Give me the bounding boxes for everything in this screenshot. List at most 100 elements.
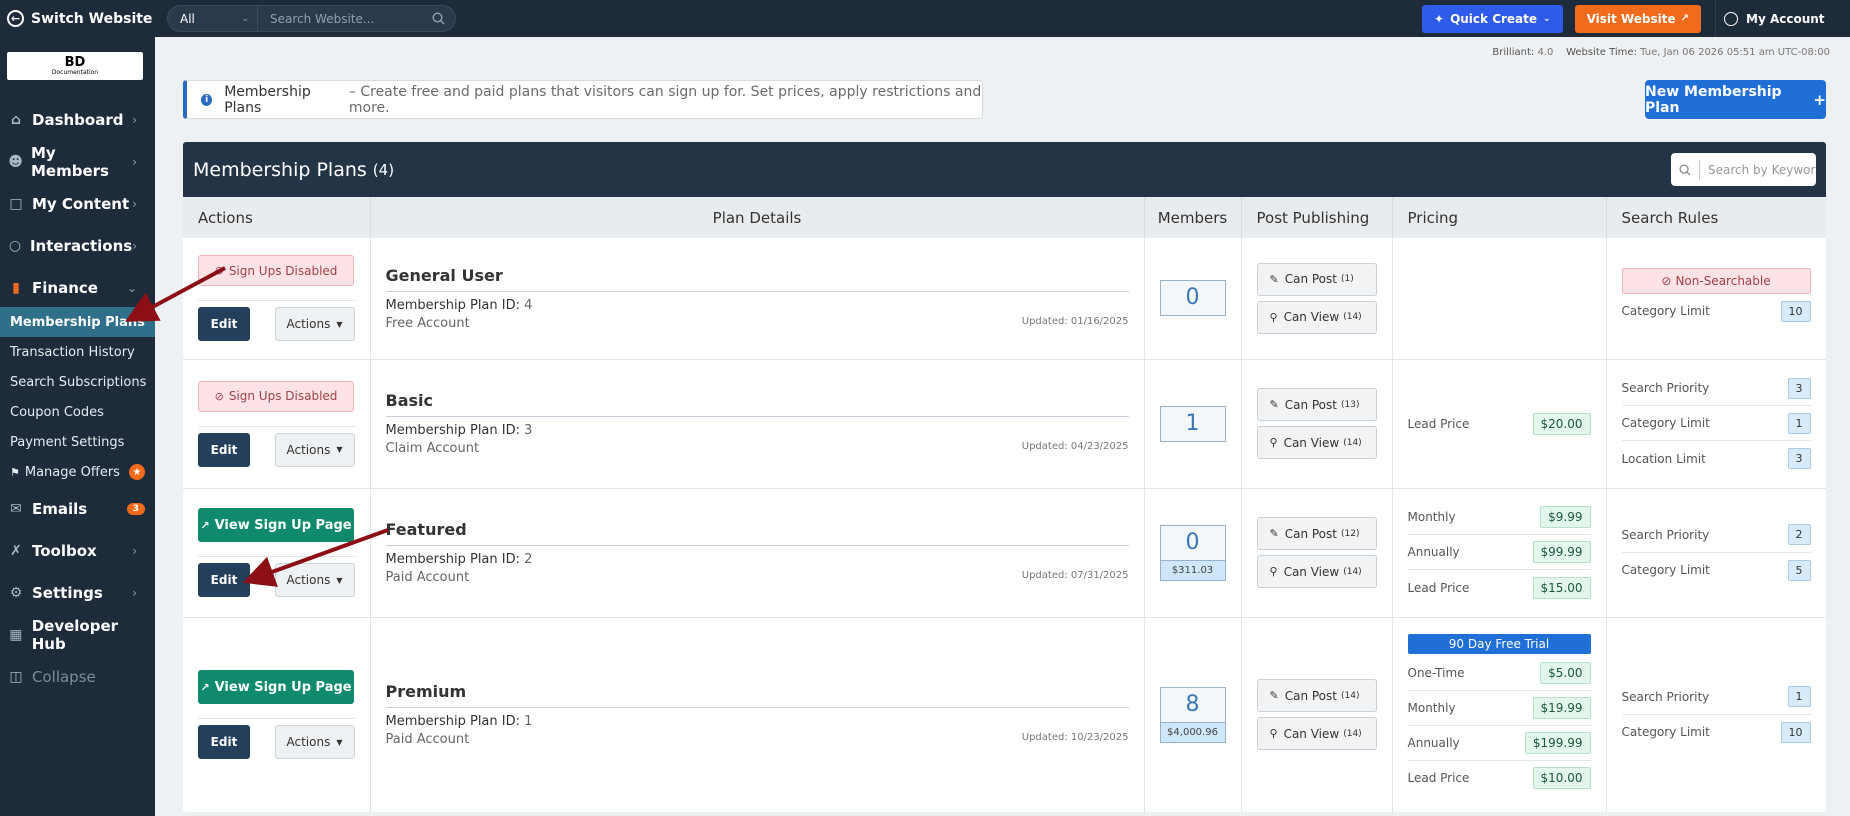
edit-button[interactable]: Edit [198,307,250,342]
search-scope-select[interactable]: All ⌄ [168,6,258,31]
sidebar-item-toolbox[interactable]: ✗ Toolbox › [0,530,155,572]
membership-plans-card: Membership Plans (4) Search by Keywor Ac… [183,142,1826,812]
column-header-pricing: Pricing [1392,197,1607,238]
can-post-button[interactable]: ✎ Can Post (1) [1256,262,1377,296]
sidebar-item-label: My Members [31,144,109,180]
website-search-input[interactable]: Search Website... [258,6,455,31]
member-count[interactable]: 0 [1159,524,1226,561]
can-post-button[interactable]: ✎ Can Post (14) [1256,679,1377,712]
member-count[interactable]: 1 [1159,405,1226,442]
users-icon: ☻ [8,154,23,170]
view-signup-page-button[interactable]: ↗ View Sign Up Page [198,670,354,704]
sidebar-collapse-button[interactable]: ◫ Collapse [0,656,155,698]
view-signup-label: View Sign Up Page [214,679,352,695]
search-icon: ⚲ [1269,436,1278,449]
alert-title: Membership Plans [224,83,311,116]
sidebar-item-my-members[interactable]: ☻ My Members › [0,141,155,183]
sidebar-item-emails[interactable]: ✉ Emails 3 [0,488,155,530]
sidebar-subitem-manage-offers[interactable]: ⚑ Manage Offers ★ [0,457,155,487]
price-row: Monthly $19.99 [1407,691,1591,726]
edit-button[interactable]: Edit [198,432,250,467]
plan-name[interactable]: Featured [385,520,1129,546]
plan-type-row: Free Account Updated: 01/16/2025 [386,316,1129,331]
sidebar-subitem-membership-plans[interactable]: Membership Plans [0,307,155,337]
sidebar-subitem-search-subscriptions[interactable]: Search Subscriptions [0,367,155,397]
actions-label: Actions [286,735,331,749]
can-view-label: Can View [1283,435,1340,450]
price-value: $10.00 [1532,767,1591,789]
rule-value: 3 [1787,448,1811,469]
can-post-button[interactable]: ✎ Can Post (13) [1256,388,1377,421]
actions-dropdown[interactable]: Actions ▼ [274,725,355,759]
edit-button[interactable]: Edit [198,725,250,759]
sidebar-item-interactions[interactable]: ○ Interactions › [0,225,155,267]
sidebar-item-settings[interactable]: ⚙ Settings › [0,572,155,614]
badge-label: Sign Ups Disabled [228,263,338,278]
site-logo[interactable]: BD Documentation [7,52,143,80]
chevron-right-icon: › [132,155,137,169]
can-post-button[interactable]: ✎ Can Post (12) [1256,517,1377,550]
sidebar-item-label: Finance [32,279,98,297]
actions-dropdown[interactable]: Actions ▼ [274,307,355,342]
can-view-label: Can View [1283,564,1340,579]
plan-name[interactable]: Premium [385,682,1129,708]
actions-dropdown[interactable]: Actions ▼ [274,563,355,597]
actions-dropdown[interactable]: Actions ▼ [274,432,355,467]
sidebar-item-developer-hub[interactable]: ▦ Developer Hub [0,614,155,656]
search-rule-row: Category Limit 5 [1622,553,1811,588]
member-count[interactable]: 0 [1159,280,1226,317]
can-view-button[interactable]: ⚲ Can View (14) [1256,426,1377,459]
tools-icon: ✗ [10,543,22,559]
ban-icon: ⊘ [214,389,224,403]
can-view-count: (14) [1343,437,1362,448]
plan-type: Free Account [385,315,470,331]
sidebar-subitem-transaction-history[interactable]: Transaction History [0,337,155,367]
new-membership-plan-button[interactable]: New Membership Plan + [1645,80,1826,119]
plan-name[interactable]: General User [385,266,1129,292]
can-view-button[interactable]: ⚲ Can View (14) [1256,300,1377,334]
can-view-button[interactable]: ⚲ Can View (14) [1256,555,1377,588]
edit-square-icon: ✎ [1269,527,1279,540]
plan-id: Membership Plan ID: 4 [386,298,1129,313]
plus-icon: + [1813,90,1826,109]
can-view-count: (14) [1343,728,1362,739]
badge-label: Sign Ups Disabled [228,389,338,403]
my-account-menu[interactable]: My Account [1715,0,1850,37]
bar-chart-icon: ▮ [12,280,20,296]
plan-type: Paid Account [385,570,470,585]
can-post-count: (13) [1340,399,1360,410]
quick-create-button[interactable]: ✦ Quick Create ⌄ [1422,4,1563,33]
can-post-label: Can Post [1284,272,1337,287]
sidebar-item-my-content[interactable]: □ My Content › [0,183,155,225]
price-value: $20.00 [1532,412,1591,435]
member-count[interactable]: 8 [1159,686,1226,723]
plan-type-row: Paid Account Updated: 07/31/2025 [386,570,1129,585]
keyword-search-input[interactable]: Search by Keywor [1671,153,1816,186]
chevron-down-icon: ⌄ [126,281,137,295]
price-label: Annually [1407,735,1460,750]
plan-id: Membership Plan ID: 2 [386,552,1129,567]
sidebar-subitem-coupon-codes[interactable]: Coupon Codes [0,397,155,427]
external-link-icon: ↗ [1680,13,1689,24]
search-rule-row: Search Priority 2 [1621,518,1811,553]
sidebar-item-dashboard[interactable]: ⌂ Dashboard › [0,99,155,141]
plan-name[interactable]: Basic [385,391,1129,417]
sidebar-item-label: Collapse [32,668,96,686]
logo-text: BD [64,55,86,70]
sidebar-item-finance[interactable]: ▮ Finance ⌄ [0,267,155,309]
can-view-button[interactable]: ⚲ Can View (14) [1256,717,1377,750]
brilliant-label: Brilliant: [1492,47,1535,58]
sidebar-subitem-payment-settings[interactable]: Payment Settings [0,427,155,457]
column-header-members: Members [1144,197,1242,238]
price-label: Monthly [1407,700,1456,715]
rule-value: 3 [1787,377,1811,399]
rule-label: Search Priority [1621,381,1710,395]
brilliant-value: 4.0 [1537,47,1554,58]
view-signup-page-button[interactable]: ↗ View Sign Up Page [198,508,354,542]
card-header: Membership Plans (4) Search by Keywor [183,142,1826,197]
visit-website-button[interactable]: Visit Website ↗ [1574,4,1701,33]
switch-website-button[interactable]: ← Switch Website [0,0,155,37]
sidebar-subitem-label: Payment Settings [10,434,125,450]
visit-website-label: Visit Website [1586,11,1676,26]
edit-button[interactable]: Edit [198,563,250,597]
